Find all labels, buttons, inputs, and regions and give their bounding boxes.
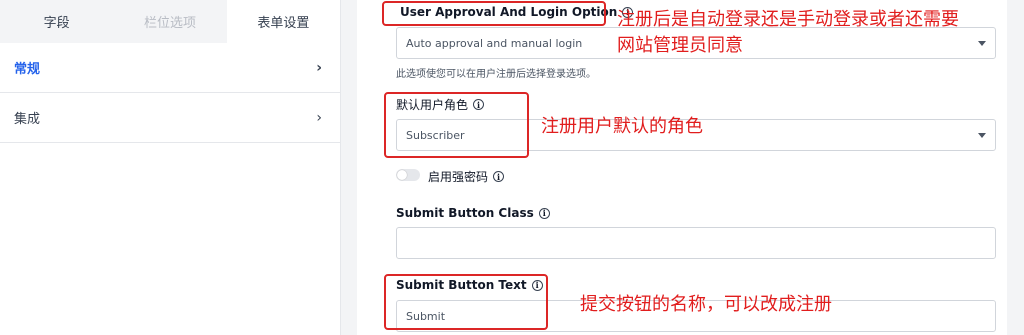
chevron-down-icon: [978, 41, 986, 46]
annotation-approval-note-line1: 注册后是自动登录还是手动登录或者还需要: [617, 9, 959, 30]
toggle-knob: [397, 170, 407, 180]
annotation-role-note: 注册用户默认的角色: [541, 116, 703, 137]
chevron-right-icon: ›: [316, 59, 322, 76]
submit-class-input[interactable]: [396, 227, 996, 259]
tab-form-settings[interactable]: 表单设置: [226, 0, 340, 43]
annotation-box-role: [384, 92, 529, 158]
tab-fields[interactable]: 字段: [0, 0, 113, 43]
settings-sidebar: 字段 栏位选项 表单设置 常规 › 集成 ›: [0, 0, 341, 335]
approval-help-text: 此选项使您可以在用户注册后选择登录选项。: [396, 69, 596, 80]
submit-class-label: Submit Button Class i: [396, 206, 550, 220]
sidebar-item-label: 常规: [14, 62, 41, 77]
info-icon[interactable]: i: [538, 207, 550, 219]
sidebar-item-label: 集成: [14, 112, 41, 127]
annotation-box-submit-text: [384, 274, 548, 330]
annotation-submit-note: 提交按钮的名称，可以改成注册: [580, 294, 832, 315]
annotation-box-approval: [382, 1, 606, 26]
tab-field-options[interactable]: 栏位选项: [113, 0, 226, 43]
strong-password-toggle[interactable]: [396, 169, 420, 181]
annotation-approval-note-line2: 网站管理员同意: [617, 35, 743, 56]
chevron-right-icon: ›: [316, 109, 322, 126]
chevron-down-icon: [978, 133, 986, 138]
sidebar-item-integration[interactable]: 集成 ›: [0, 93, 340, 143]
sidebar-tabs: 字段 栏位选项 表单设置: [0, 0, 340, 43]
info-icon[interactable]: i: [493, 171, 505, 182]
sidebar-item-general[interactable]: 常规 ›: [0, 43, 340, 93]
strong-password-label: 启用强密码 i: [428, 168, 505, 185]
